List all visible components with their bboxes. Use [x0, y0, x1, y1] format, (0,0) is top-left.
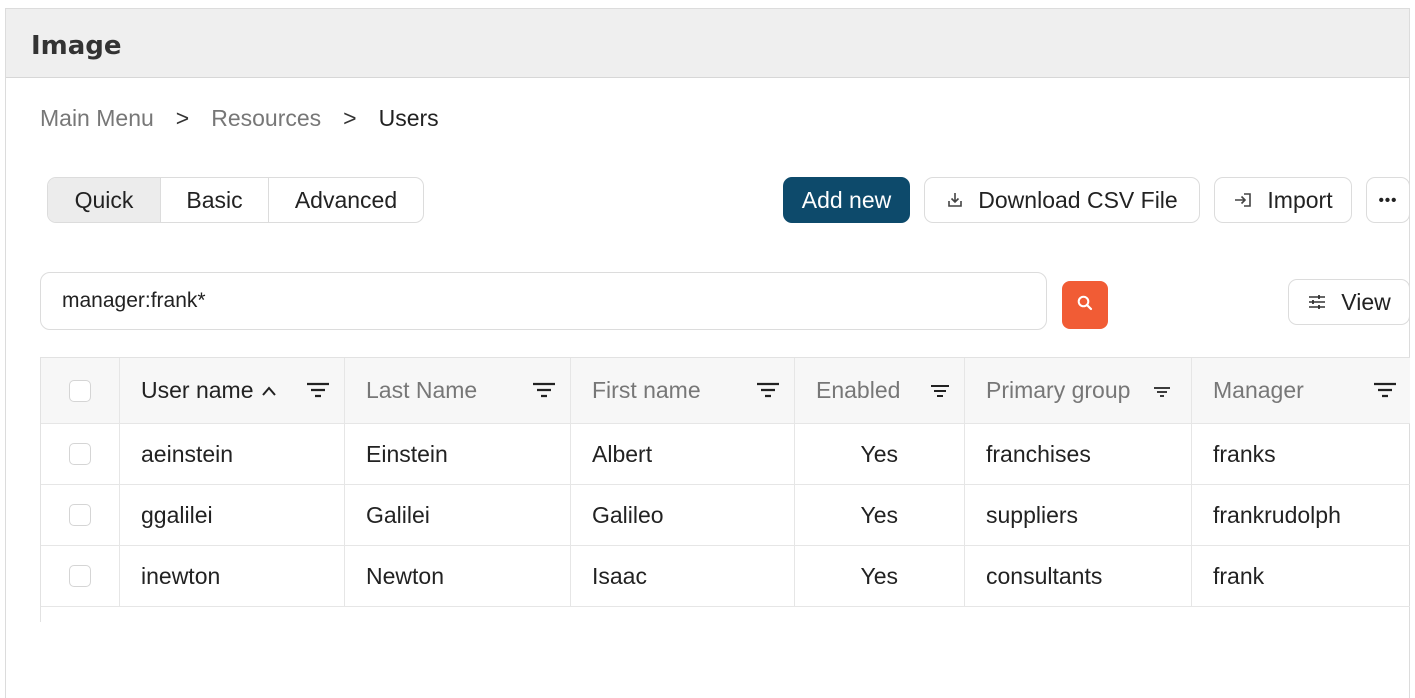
- cell-first-name: Albert: [571, 424, 795, 484]
- cell-enabled: Yes: [795, 424, 965, 484]
- column-label-primary-group: Primary group: [986, 377, 1131, 403]
- filter-icon[interactable]: [1153, 378, 1171, 405]
- cell-last-name: Galilei: [345, 485, 571, 545]
- title-bar: Image: [6, 9, 1409, 78]
- filter-icon[interactable]: [532, 378, 556, 405]
- column-label-first-name: First name: [592, 377, 701, 403]
- column-header-primary-group[interactable]: Primary group: [965, 358, 1192, 423]
- filter-icon[interactable]: [756, 378, 780, 405]
- row-select-cell: [41, 546, 120, 606]
- import-icon: [1233, 191, 1253, 209]
- cell-last-name: Einstein: [345, 424, 571, 484]
- column-label-manager: Manager: [1213, 377, 1304, 403]
- column-label-last-name: Last Name: [366, 377, 478, 403]
- more-icon: •••: [1378, 191, 1398, 209]
- breadcrumb: Main Menu > Resources > Users: [40, 105, 439, 132]
- view-label: View: [1341, 288, 1391, 315]
- breadcrumb-separator: >: [175, 105, 190, 131]
- cell-primary-group: franchises: [965, 424, 1192, 484]
- row-checkbox[interactable]: [69, 504, 91, 526]
- filter-icon[interactable]: [306, 378, 330, 405]
- select-all-checkbox[interactable]: [69, 379, 91, 402]
- cell-username: inewton: [120, 546, 345, 606]
- table-header-row: User name Last Name First name Enabled P…: [41, 357, 1410, 424]
- more-options-button[interactable]: •••: [1366, 177, 1410, 223]
- select-all-cell: [41, 358, 120, 423]
- search-button[interactable]: [1062, 281, 1108, 329]
- breadcrumb-users: Users: [378, 105, 439, 131]
- column-header-manager[interactable]: Manager: [1192, 358, 1410, 423]
- window-title: Image: [31, 31, 122, 61]
- table-row[interactable]: aeinstein Einstein Albert Yes franchises…: [41, 424, 1410, 485]
- column-label-enabled: Enabled: [816, 377, 901, 403]
- view-button[interactable]: View: [1288, 279, 1410, 325]
- row-checkbox[interactable]: [69, 565, 91, 587]
- cell-manager: frank: [1213, 562, 1265, 589]
- breadcrumb-resources[interactable]: Resources: [211, 105, 321, 132]
- cell-last-name: Newton: [345, 546, 571, 606]
- column-header-first-name[interactable]: First name: [571, 358, 795, 423]
- cell-username: ggalilei: [120, 485, 345, 545]
- search-icon: [1076, 294, 1094, 317]
- filter-icon[interactable]: [1373, 378, 1397, 405]
- column-header-username[interactable]: User name: [120, 358, 345, 423]
- row-select-cell: [41, 424, 120, 484]
- download-csv-label: Download CSV File: [978, 186, 1178, 213]
- download-csv-button[interactable]: Download CSV File: [924, 177, 1200, 223]
- row-checkbox[interactable]: [69, 443, 91, 465]
- table-row[interactable]: inewton Newton Isaac Yes consultants fra…: [41, 546, 1410, 607]
- sliders-icon: [1307, 293, 1327, 311]
- filter-icon[interactable]: [930, 378, 950, 405]
- breadcrumb-main-menu[interactable]: Main Menu: [40, 105, 154, 132]
- breadcrumb-separator: >: [343, 105, 357, 131]
- search-mode-advanced[interactable]: Advanced: [269, 178, 423, 222]
- import-label: Import: [1267, 186, 1333, 213]
- table-row[interactable]: ggalilei Galilei Galileo Yes suppliers f…: [41, 485, 1410, 546]
- download-icon: [946, 191, 964, 209]
- add-new-button[interactable]: Add new: [783, 177, 910, 223]
- cell-first-name: Galileo: [571, 485, 795, 545]
- row-select-cell: [41, 485, 120, 545]
- search-input[interactable]: [40, 272, 1047, 330]
- users-table: User name Last Name First name Enabled P…: [40, 357, 1410, 622]
- search-mode-basic[interactable]: Basic: [161, 178, 269, 222]
- column-header-enabled[interactable]: Enabled: [795, 358, 965, 423]
- add-new-label: Add new: [801, 186, 892, 213]
- search-mode-toggle: Quick Basic Advanced: [47, 177, 424, 223]
- cell-enabled: Yes: [795, 485, 965, 545]
- sort-ascending-icon: [261, 385, 277, 397]
- cell-primary-group: consultants: [965, 546, 1192, 606]
- cell-username: aeinstein: [120, 424, 345, 484]
- column-label-username: User name: [141, 377, 254, 403]
- cell-manager: franks: [1213, 440, 1276, 467]
- cell-first-name: Isaac: [571, 546, 795, 606]
- column-header-last-name[interactable]: Last Name: [345, 358, 571, 423]
- cell-enabled: Yes: [795, 546, 965, 606]
- cell-primary-group: suppliers: [965, 485, 1192, 545]
- import-button[interactable]: Import: [1214, 177, 1352, 223]
- search-mode-quick[interactable]: Quick: [48, 178, 161, 222]
- cell-manager: frankrudolph: [1213, 501, 1341, 528]
